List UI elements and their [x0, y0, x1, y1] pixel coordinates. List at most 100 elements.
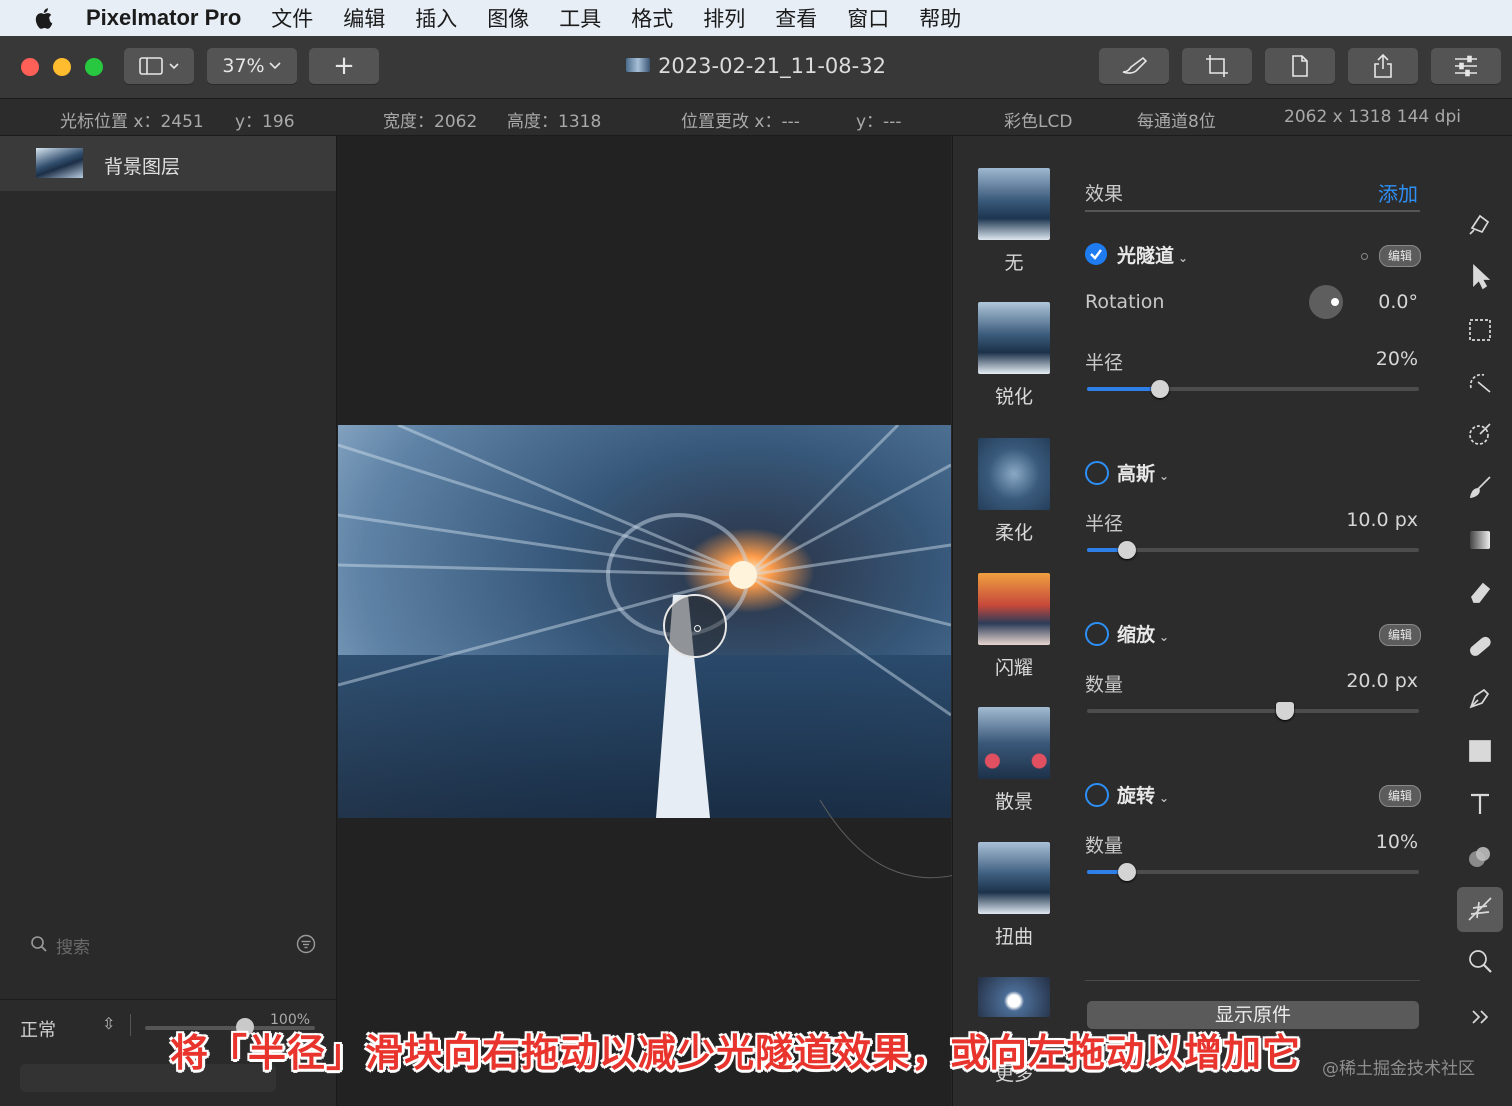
slider-knob[interactable] [1117, 541, 1136, 559]
share-button[interactable] [1348, 48, 1418, 84]
more-tools-button[interactable] [1460, 997, 1500, 1037]
slider-knob[interactable] [1117, 863, 1136, 881]
spin-amount-slider[interactable] [1087, 870, 1419, 874]
rect-select-tool[interactable] [1460, 310, 1500, 350]
effect-center-dot[interactable] [694, 625, 701, 632]
add-effect-button[interactable]: 添加 [1378, 178, 1418, 207]
preset-distort[interactable]: 扭曲 [978, 842, 1050, 949]
preset-soften[interactable]: 柔化 [978, 438, 1050, 545]
menu-edit[interactable]: 编辑 [343, 3, 385, 33]
color-select-tool[interactable] [1460, 414, 1500, 454]
retouch-tool[interactable] [1460, 626, 1500, 666]
effects-tool[interactable] [1460, 889, 1500, 929]
menu-image[interactable]: 图像 [487, 3, 529, 33]
slider-knob[interactable] [1151, 380, 1170, 398]
filter-icon[interactable] [296, 934, 316, 954]
chevron-up-down-icon[interactable]: ⇳ [102, 1014, 115, 1033]
text-icon [1471, 793, 1489, 814]
menu-format[interactable]: 格式 [631, 3, 673, 33]
layer-thumbnail [36, 148, 83, 178]
zoom-amount-label: 数量 [1085, 674, 1124, 696]
info-bar: 光标位置 x：2451 y：196 宽度：2062 高度：1318 位置更改 x… [0, 99, 1512, 136]
adjustments-button[interactable] [1431, 48, 1501, 84]
menu-tools[interactable]: 工具 [559, 3, 601, 33]
preset-label: 柔化 [994, 522, 1033, 544]
layer-name: 背景图层 [104, 156, 181, 178]
bit-depth-readout: 每通道8位 [1137, 112, 1216, 132]
checkmark-icon [1090, 249, 1102, 260]
layer-row[interactable]: 背景图层 [0, 136, 336, 191]
shape-tool[interactable] [1460, 731, 1500, 771]
radius-label: 半径 [1085, 352, 1124, 374]
effects-header: 效果 [1085, 183, 1124, 205]
canvas-image[interactable] [338, 425, 951, 818]
magnifier-icon [1469, 950, 1492, 973]
gaussian-radius-slider[interactable] [1087, 548, 1419, 552]
spin-edit-button[interactable]: 编辑 [1379, 785, 1422, 807]
menu-insert[interactable]: 插入 [415, 3, 457, 33]
radius-value[interactable]: 20% [1340, 348, 1418, 370]
cursor-x-readout: 光标位置 x：2451 [60, 112, 204, 132]
quick-select-tool[interactable] [1460, 362, 1500, 402]
zoom-amount-slider[interactable] [1087, 709, 1419, 713]
app-name-menu[interactable]: Pixelmator Pro [86, 5, 241, 31]
apple-icon[interactable] [34, 6, 56, 30]
document-icon [1292, 55, 1308, 77]
height-readout: 高度：1318 [507, 112, 602, 132]
rectangle-icon [1469, 740, 1491, 762]
color-selection-icon [1469, 423, 1491, 445]
color-adjust-tool[interactable] [1460, 837, 1500, 877]
spin-title[interactable]: 旋转 ⌄ [1117, 781, 1169, 808]
gaussian-radius-value[interactable]: 10.0 px [1318, 509, 1418, 531]
light-tunnel-title[interactable]: 光隧道 ⌄ [1117, 241, 1188, 268]
tutorial-subtitle: 将「半径」滑块向右拖动以减少光隧道效果，或向左拖动以增加它 [170, 1031, 1302, 1075]
eraser-icon [1471, 582, 1491, 603]
preset-glow[interactable]: 闪耀 [978, 573, 1050, 680]
cursor-y-readout: y：196 [235, 112, 295, 132]
menu-window[interactable]: 窗口 [847, 3, 889, 33]
menu-arrange[interactable]: 排列 [703, 3, 745, 33]
tunnel-photo [338, 425, 951, 818]
gaussian-title[interactable]: 高斯 ⌄ [1117, 459, 1169, 486]
slider-knob[interactable] [1275, 702, 1294, 720]
preset-sharpen[interactable]: 锐化 [978, 302, 1050, 409]
style-tool[interactable] [1460, 204, 1500, 244]
preset-thumbnail [978, 573, 1050, 645]
paint-tools-button[interactable] [1099, 48, 1169, 84]
preset-label: 闪耀 [994, 657, 1033, 679]
pen-tool[interactable] [1460, 678, 1500, 718]
preset-thumbnail [978, 168, 1050, 240]
menu-file[interactable]: 文件 [271, 3, 313, 33]
zoom-title[interactable]: 缩放 ⌄ [1117, 620, 1169, 647]
preset-bokeh[interactable]: 散景 [978, 707, 1050, 814]
preset-thumbnail [978, 302, 1050, 374]
document-button[interactable] [1265, 48, 1335, 84]
gaussian-checkbox[interactable] [1085, 461, 1109, 485]
rotation-dial[interactable] [1309, 285, 1343, 319]
type-tool[interactable] [1460, 784, 1500, 824]
spin-amount-value[interactable]: 10% [1318, 831, 1418, 853]
paintbrush-icon [1469, 476, 1491, 499]
zoom-amount-value[interactable]: 20.0 px [1318, 670, 1418, 692]
paint-bucket-icon [1469, 214, 1490, 235]
menu-help[interactable]: 帮助 [919, 3, 961, 33]
light-tunnel-checkbox[interactable] [1085, 243, 1107, 265]
erase-tool[interactable] [1460, 573, 1500, 613]
zoom-edit-button[interactable]: 编辑 [1379, 624, 1422, 646]
preset-thumbnail [978, 707, 1050, 779]
spin-checkbox[interactable] [1085, 783, 1109, 807]
zoom-tool[interactable] [1460, 941, 1500, 981]
zoom-checkbox[interactable] [1085, 622, 1109, 646]
watermark: @稀土掘金技术社区 [1322, 1059, 1475, 1079]
light-tunnel-edit-button[interactable]: 编辑 [1379, 245, 1422, 267]
rotation-value[interactable]: 0.0° [1350, 291, 1418, 313]
crop-button[interactable] [1182, 48, 1252, 84]
paint-tool[interactable] [1460, 467, 1500, 507]
blend-mode-select[interactable]: 正常 [20, 1016, 56, 1042]
marquee-icon [1469, 319, 1491, 341]
menu-view[interactable]: 查看 [775, 3, 817, 33]
gradient-tool[interactable] [1460, 520, 1500, 560]
arrange-tool[interactable] [1460, 257, 1500, 297]
preset-thumbnail [978, 842, 1050, 914]
preset-none[interactable]: 无 [978, 168, 1050, 275]
